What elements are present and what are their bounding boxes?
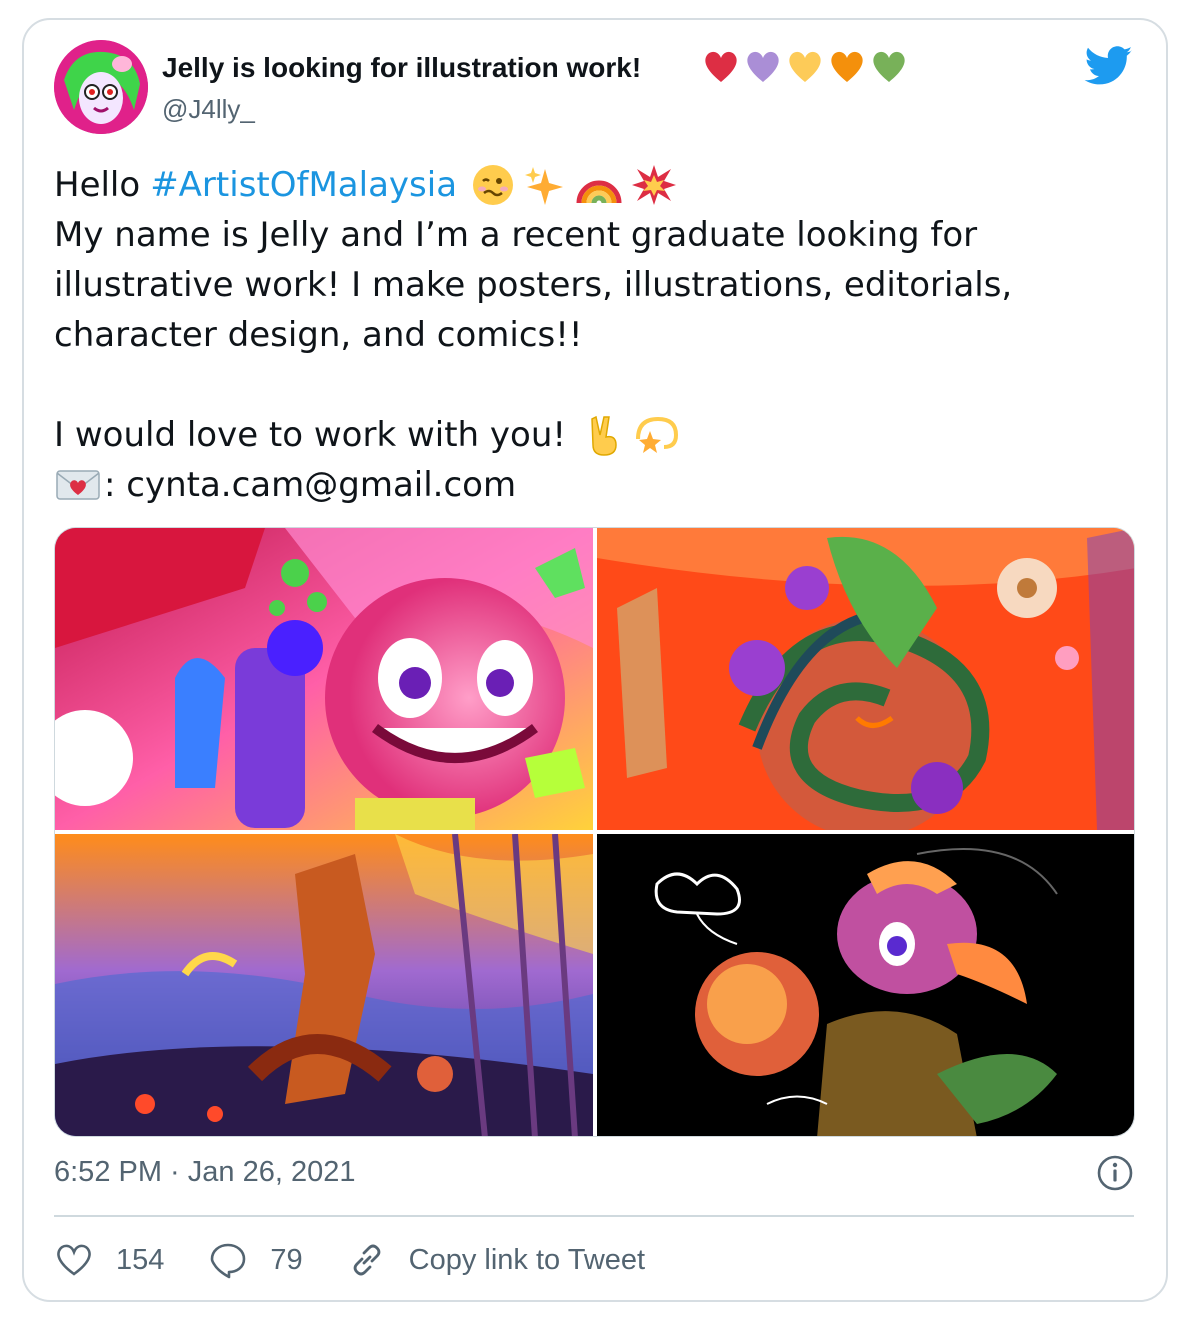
handle[interactable]: @J4lly_: [162, 94, 255, 125]
tweet-line: I would love to work with you!: [54, 410, 1134, 460]
greeting-text: Hello: [54, 165, 141, 205]
tweet-line: : cynta.cam@gmail.com: [54, 460, 1134, 510]
heart-icon: [57, 1244, 91, 1276]
collision-emoji: [631, 163, 677, 207]
twitter-bird-icon[interactable]: [1084, 46, 1134, 86]
contact-email: : cynta.cam@gmail.com: [104, 465, 517, 505]
tweet-line: character design, and comics!!: [54, 315, 583, 355]
illustration-3[interactable]: [55, 834, 593, 1136]
tweet-line: illustrative work! I make posters, illus…: [54, 265, 1013, 305]
green-heart-icon: [873, 51, 905, 82]
copy-link-button[interactable]: Copy link to Tweet: [347, 1240, 645, 1280]
love-letter-emoji: [54, 465, 102, 505]
illustration-2[interactable]: [597, 528, 1134, 830]
info-icon[interactable]: [1096, 1154, 1134, 1192]
red-heart-icon: [705, 51, 737, 82]
reply-bubble-icon: [211, 1243, 246, 1279]
divider: [54, 1215, 1134, 1217]
reply-count: 79: [270, 1243, 303, 1276]
yellow-heart-icon: [789, 51, 821, 82]
reply-button[interactable]: 79: [208, 1240, 303, 1280]
woozy-face-emoji: [471, 163, 515, 207]
tweet-text: Hello #ArtistOfMalaysia My name is Jelly…: [54, 160, 1134, 510]
timestamp[interactable]: 6:52 PM · Jan 26, 2021: [54, 1156, 355, 1189]
illustration-4[interactable]: [597, 834, 1134, 1136]
like-button[interactable]: 154: [54, 1240, 164, 1280]
dizzy-emoji: [632, 413, 680, 457]
media-grid: [54, 527, 1135, 1137]
link-icon: [353, 1244, 381, 1276]
tweet-line: Hello #ArtistOfMalaysia: [54, 160, 1134, 210]
copy-link-label: Copy link to Tweet: [408, 1243, 646, 1276]
action-bar: 154 79 Copy link to Tweet: [54, 1236, 645, 1284]
tweet-line: My name is Jelly and I’m a recent gradua…: [54, 215, 978, 255]
victory-hand-emoji: [584, 413, 624, 457]
rainbow-emoji: [575, 163, 623, 207]
like-count: 154: [116, 1243, 165, 1276]
sparkles-emoji: [523, 163, 567, 207]
avatar[interactable]: [54, 40, 148, 134]
purple-heart-icon: [747, 51, 779, 82]
love-to-work-text: I would love to work with you!: [54, 415, 566, 455]
orange-heart-icon: [831, 51, 863, 82]
name-hearts: [702, 48, 908, 84]
hashtag-link[interactable]: #ArtistOfMalaysia: [150, 160, 457, 210]
illustration-1[interactable]: [55, 528, 593, 830]
display-name[interactable]: Jelly is looking for illustration work!: [162, 52, 641, 84]
